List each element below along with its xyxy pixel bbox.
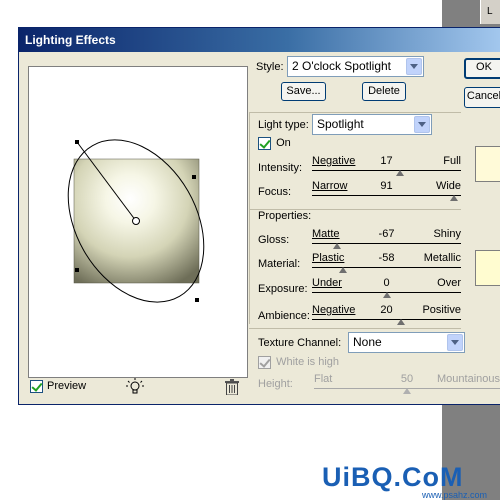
intensity-thumb[interactable] [395,170,404,176]
style-dropdown-value: 2 O'clock Spotlight [292,59,392,73]
group-divider-top [249,112,461,113]
gloss-max-label: Shiny [433,228,461,240]
properties-color-swatch[interactable] [475,250,500,286]
preview-checkbox-box[interactable] [30,380,43,393]
style-dropdown[interactable]: 2 O'clock Spotlight [287,56,424,77]
background-top-panel: L [480,0,500,24]
ellipse-handle-bottom[interactable] [195,298,199,302]
light-type-label: Light type: [258,119,309,131]
height-thumb[interactable] [403,388,411,394]
light-color-swatch[interactable] [475,146,500,182]
texture-channel-value: None [353,335,382,349]
group-border-left [249,112,250,324]
white-is-high-checkbox-box[interactable] [258,356,271,369]
preview-canvas[interactable] [29,67,247,377]
background-panel-letter: L [487,6,493,17]
light-on-checkbox-box[interactable] [258,137,271,150]
material-max-label: Metallic [423,252,461,264]
focus-slider[interactable]: Narrow 91 Wide [312,180,461,201]
properties-heading: Properties: [258,210,312,222]
intensity-slider[interactable]: Negative 17 Full [312,155,461,176]
chevron-down-icon[interactable] [406,58,422,75]
ambience-thumb[interactable] [397,319,406,325]
ambience-max-label: Positive [422,304,461,316]
gloss-thumb[interactable] [332,243,341,249]
intensity-min-label: Negative [312,155,356,167]
material-thumb[interactable] [339,267,348,273]
focus-max-label: Wide [435,180,461,192]
trash-icon[interactable] [225,379,239,395]
light-bulb-icon[interactable] [126,378,144,396]
intensity-max-label: Full [443,155,461,167]
chevron-down-icon[interactable] [414,116,430,133]
focus-thumb[interactable] [450,195,459,201]
ellipse-handle-left[interactable] [75,268,79,272]
gloss-value: -67 [378,228,395,240]
preview-checkbox[interactable]: Preview [30,380,86,393]
white-is-high-label: White is high [276,356,340,369]
lighting-effects-dialog: Lighting Effects Preview Style: 2 O'cloc… [18,27,500,405]
ambience-slider[interactable]: Negative 20 Positive [312,304,461,325]
watermark-main: UiBQ.CoM [322,462,464,492]
material-slider[interactable]: Plastic -58 Metallic [312,252,461,273]
cancel-button[interactable]: Cancel [464,87,500,108]
material-min-label: Plastic [312,252,345,264]
height-slider[interactable]: Flat 50 Mountainous [314,373,500,394]
white-is-high-checkbox[interactable]: White is high [258,356,339,369]
focus-label: Focus: [258,186,292,198]
light-center-handle[interactable] [132,217,140,225]
light-type-value: Spotlight [317,117,364,131]
focus-track [312,195,461,196]
height-min-label: Flat [314,373,333,385]
ambience-value: 20 [380,304,393,316]
height-label: Height: [258,378,293,390]
style-label: Style: [256,61,284,73]
exposure-min-label: Under [312,277,342,289]
texture-channel-label: Texture Channel: [258,337,342,349]
gloss-label: Gloss: [258,234,290,246]
gloss-min-label: Matte [312,228,340,240]
save-button[interactable]: Save... [281,82,326,101]
exposure-slider[interactable]: Under 0 Over [312,277,461,298]
dialog-title[interactable]: Lighting Effects [19,28,500,52]
preview-area[interactable] [28,66,248,378]
ambience-min-label: Negative [312,304,356,316]
intensity-track [312,170,461,171]
light-on-checkbox[interactable]: On [258,137,291,150]
exposure-value: 0 [383,277,390,289]
chevron-down-icon[interactable] [447,334,463,351]
exposure-thumb[interactable] [382,292,391,298]
focus-min-label: Narrow [312,180,348,192]
focus-value: 91 [380,180,393,192]
exposure-max-label: Over [437,277,461,289]
material-value: -58 [378,252,395,264]
material-label: Material: [258,258,301,270]
intensity-value: 17 [380,155,393,167]
ambience-track [312,319,461,320]
watermark-sub: www.psahz.com [422,490,488,500]
texture-divider [249,328,461,329]
height-value: 50 [400,373,414,385]
light-type-dropdown[interactable]: Spotlight [312,114,432,135]
ambience-label: Ambience: [258,310,310,322]
height-max-label: Mountainous [437,373,500,385]
exposure-label: Exposure: [258,283,308,295]
texture-channel-dropdown[interactable]: None [348,332,465,353]
ok-button[interactable]: OK [464,58,500,79]
light-direction-handle[interactable] [75,140,79,144]
watermark: UiBQ.CoM www.psahz.com [322,462,487,500]
ellipse-handle-right[interactable] [192,175,196,179]
intensity-label: Intensity: [258,162,303,174]
material-track [312,267,461,268]
delete-button[interactable]: Delete [362,82,406,101]
gloss-slider[interactable]: Matte -67 Shiny [312,228,461,249]
preview-label: Preview [47,380,87,392]
light-on-label: On [276,137,291,150]
